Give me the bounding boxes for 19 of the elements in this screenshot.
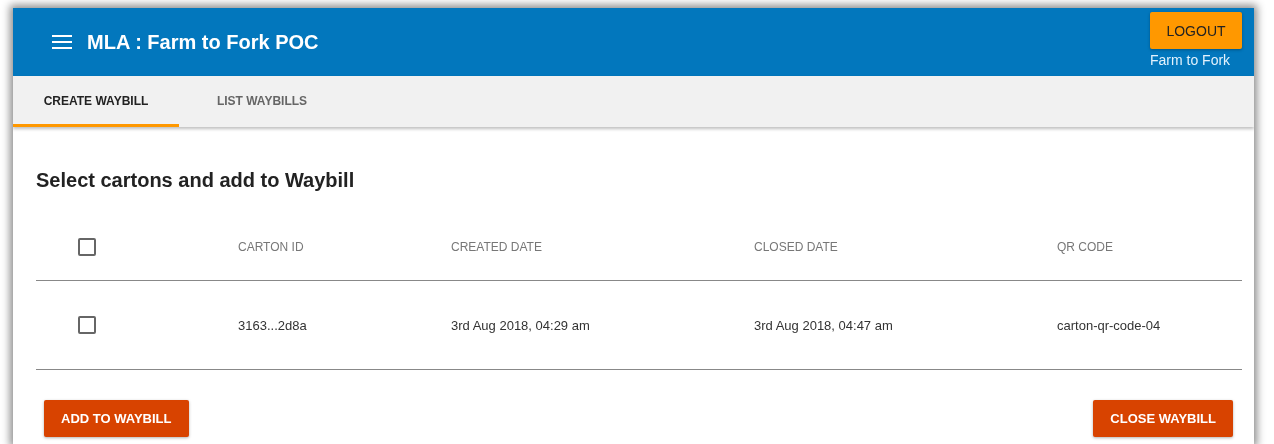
table-cell: 3163...2d8a bbox=[238, 317, 307, 333]
table-cell: 3rd Aug 2018, 04:47 am bbox=[754, 317, 893, 333]
action-button[interactable]: CLOSE WAYBILL bbox=[1093, 400, 1233, 437]
logout-button[interactable]: LOGOUT bbox=[1150, 12, 1242, 49]
checkbox[interactable] bbox=[78, 238, 96, 256]
app-subtitle: Farm to Fork bbox=[1150, 52, 1231, 68]
column-header: CLOSED DATE bbox=[754, 240, 838, 254]
column-header: QR CODE bbox=[1057, 240, 1113, 254]
table-cell: 3rd Aug 2018, 04:29 am bbox=[451, 317, 590, 333]
table-cell: carton-qr-code-04 bbox=[1057, 317, 1161, 333]
app-title: MLA : Farm to Fork POC bbox=[87, 30, 319, 54]
action-button[interactable]: ADD TO WAYBILL bbox=[44, 400, 189, 437]
menu-icon[interactable] bbox=[52, 35, 72, 49]
tab[interactable]: LIST WAYBILLS bbox=[179, 76, 345, 127]
column-header: CARTON ID bbox=[238, 240, 304, 254]
column-header: CREATED DATE bbox=[451, 240, 542, 254]
tab[interactable]: CREATE WAYBILL bbox=[13, 76, 179, 127]
page-heading: Select cartons and add to Waybill bbox=[36, 169, 356, 192]
checkbox[interactable] bbox=[78, 316, 96, 334]
